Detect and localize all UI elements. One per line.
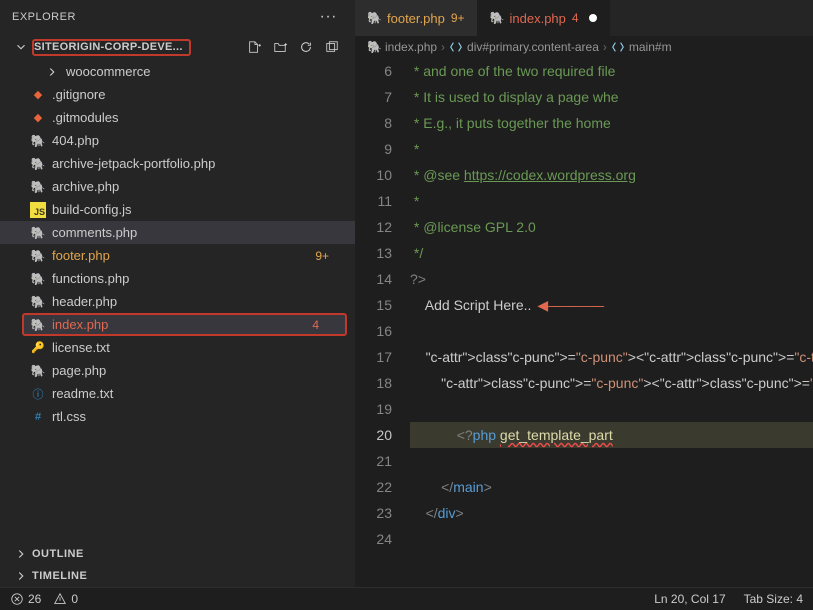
php-icon: 🐘: [30, 156, 46, 172]
refresh-icon[interactable]: [297, 38, 315, 56]
dirty-indicator: [589, 14, 597, 22]
brackets-icon: [611, 40, 625, 54]
tree-item[interactable]: 🐘 archive.php: [0, 175, 355, 198]
file-badge: 4: [312, 318, 329, 332]
info-icon: ⓘ: [30, 386, 46, 402]
tree-item[interactable]: JS build-config.js: [0, 198, 355, 221]
editor-tab[interactable]: 🐘 index.php 4: [478, 0, 610, 36]
git-icon: ◆: [30, 87, 46, 103]
tree-item[interactable]: ◆ .gitignore: [0, 83, 355, 106]
tree-item[interactable]: 🐘 index.php4: [22, 313, 347, 336]
problems-warnings[interactable]: 0: [53, 592, 78, 606]
gutter: 6789101112131415161718192021222324: [355, 58, 410, 587]
php-icon: 🐘: [30, 248, 46, 264]
file-label: 404.php: [52, 133, 339, 148]
collapse-icon[interactable]: [323, 38, 341, 56]
chev-icon: [44, 64, 60, 80]
file-label: .gitmodules: [52, 110, 339, 125]
tree-item[interactable]: 🐘 header.php: [0, 290, 355, 313]
chevron-right-icon: ›: [603, 40, 607, 54]
tree-item[interactable]: ◆ .gitmodules: [0, 106, 355, 129]
tree-item[interactable]: woocommerce: [0, 60, 355, 83]
php-icon: 🐘: [30, 294, 46, 310]
file-label: comments.php: [52, 225, 339, 240]
file-label: functions.php: [52, 271, 339, 286]
chevron-right-icon: ›: [441, 40, 445, 54]
tab-label: index.php: [510, 11, 566, 26]
php-icon: 🐘: [30, 179, 46, 195]
lic-icon: 🔑: [30, 340, 46, 356]
status-bar: 26 0 Ln 20, Col 17 Tab Size: 4: [0, 587, 813, 610]
file-label: build-config.js: [52, 202, 339, 217]
file-label: index.php: [52, 317, 312, 332]
js-icon: JS: [30, 202, 46, 218]
file-label: readme.txt: [52, 386, 339, 401]
git-icon: ◆: [30, 110, 46, 126]
php-icon: 🐘: [30, 317, 46, 333]
warning-icon: [53, 592, 67, 606]
error-icon: [10, 592, 24, 606]
editor-area: 🐘 footer.php 9+ 🐘 index.php 4 🐘 index.php › d…: [355, 0, 813, 587]
tab-size[interactable]: Tab Size: 4: [744, 592, 803, 606]
tab-badge: 9+: [451, 11, 465, 25]
folder-header[interactable]: SITEORIGIN-CORP-DEVE...: [0, 34, 355, 60]
tree-item[interactable]: 🔑 license.txt: [0, 336, 355, 359]
explorer-sidebar: EXPLORER ··· SITEORIGIN-CORP-DEVE... woo…: [0, 0, 355, 587]
file-label: .gitignore: [52, 87, 339, 102]
tab-badge: 4: [572, 11, 579, 25]
cursor-position[interactable]: Ln 20, Col 17: [654, 592, 725, 606]
file-label: license.txt: [52, 340, 339, 355]
file-label: footer.php: [52, 248, 315, 263]
php-icon: 🐘: [30, 363, 46, 379]
file-tree: woocommerce ◆ .gitignore ◆ .gitmodules 🐘 404.p…: [0, 60, 355, 543]
chevron-right-icon: [14, 547, 28, 561]
tab-label: footer.php: [387, 11, 445, 26]
code-editor[interactable]: 6789101112131415161718192021222324 * and…: [355, 58, 813, 587]
tree-item[interactable]: 🐘 comments.php: [0, 221, 355, 244]
file-badge: 9+: [315, 249, 339, 263]
folder-name: SITEORIGIN-CORP-DEVE...: [32, 39, 191, 56]
tree-item[interactable]: 🐘 page.php: [0, 359, 355, 382]
php-icon: 🐘: [490, 11, 504, 25]
tree-item[interactable]: 🐘 404.php: [0, 129, 355, 152]
new-folder-icon[interactable]: [271, 38, 289, 56]
file-label: page.php: [52, 363, 339, 378]
explorer-title: EXPLORER: [12, 11, 76, 23]
tree-item[interactable]: 🐘 functions.php: [0, 267, 355, 290]
brackets-icon: [449, 40, 463, 54]
chevron-right-icon: [14, 569, 28, 583]
file-label: woocommerce: [66, 64, 339, 79]
php-icon: 🐘: [30, 133, 46, 149]
new-file-icon[interactable]: [245, 38, 263, 56]
tab-bar: 🐘 footer.php 9+ 🐘 index.php 4: [355, 0, 813, 36]
css-icon: #: [30, 409, 46, 425]
php-icon: 🐘: [367, 11, 381, 25]
php-icon: 🐘: [30, 225, 46, 241]
arrow-annotation: ◀————: [537, 297, 604, 313]
more-icon[interactable]: ···: [314, 8, 343, 26]
file-label: rtl.css: [52, 409, 339, 424]
tree-item[interactable]: 🐘 footer.php9+: [0, 244, 355, 267]
file-label: header.php: [52, 294, 339, 309]
breadcrumb[interactable]: 🐘 index.php › div#primary.content-area ›…: [355, 36, 813, 58]
chevron-down-icon: [14, 40, 28, 54]
php-icon: 🐘: [367, 40, 381, 54]
tree-item[interactable]: # rtl.css: [0, 405, 355, 428]
editor-tab[interactable]: 🐘 footer.php 9+: [355, 0, 478, 36]
tree-item[interactable]: ⓘ readme.txt: [0, 382, 355, 405]
outline-section[interactable]: OUTLINE: [0, 543, 355, 565]
tree-item[interactable]: 🐘 archive-jetpack-portfolio.php: [0, 152, 355, 175]
file-label: archive.php: [52, 179, 339, 194]
php-icon: 🐘: [30, 271, 46, 287]
explorer-header: EXPLORER ···: [0, 0, 355, 34]
problems-errors[interactable]: 26: [10, 592, 41, 606]
code-lines[interactable]: * and one of the two required file * It …: [410, 58, 813, 587]
timeline-section[interactable]: TIMELINE: [0, 565, 355, 587]
file-label: archive-jetpack-portfolio.php: [52, 156, 339, 171]
